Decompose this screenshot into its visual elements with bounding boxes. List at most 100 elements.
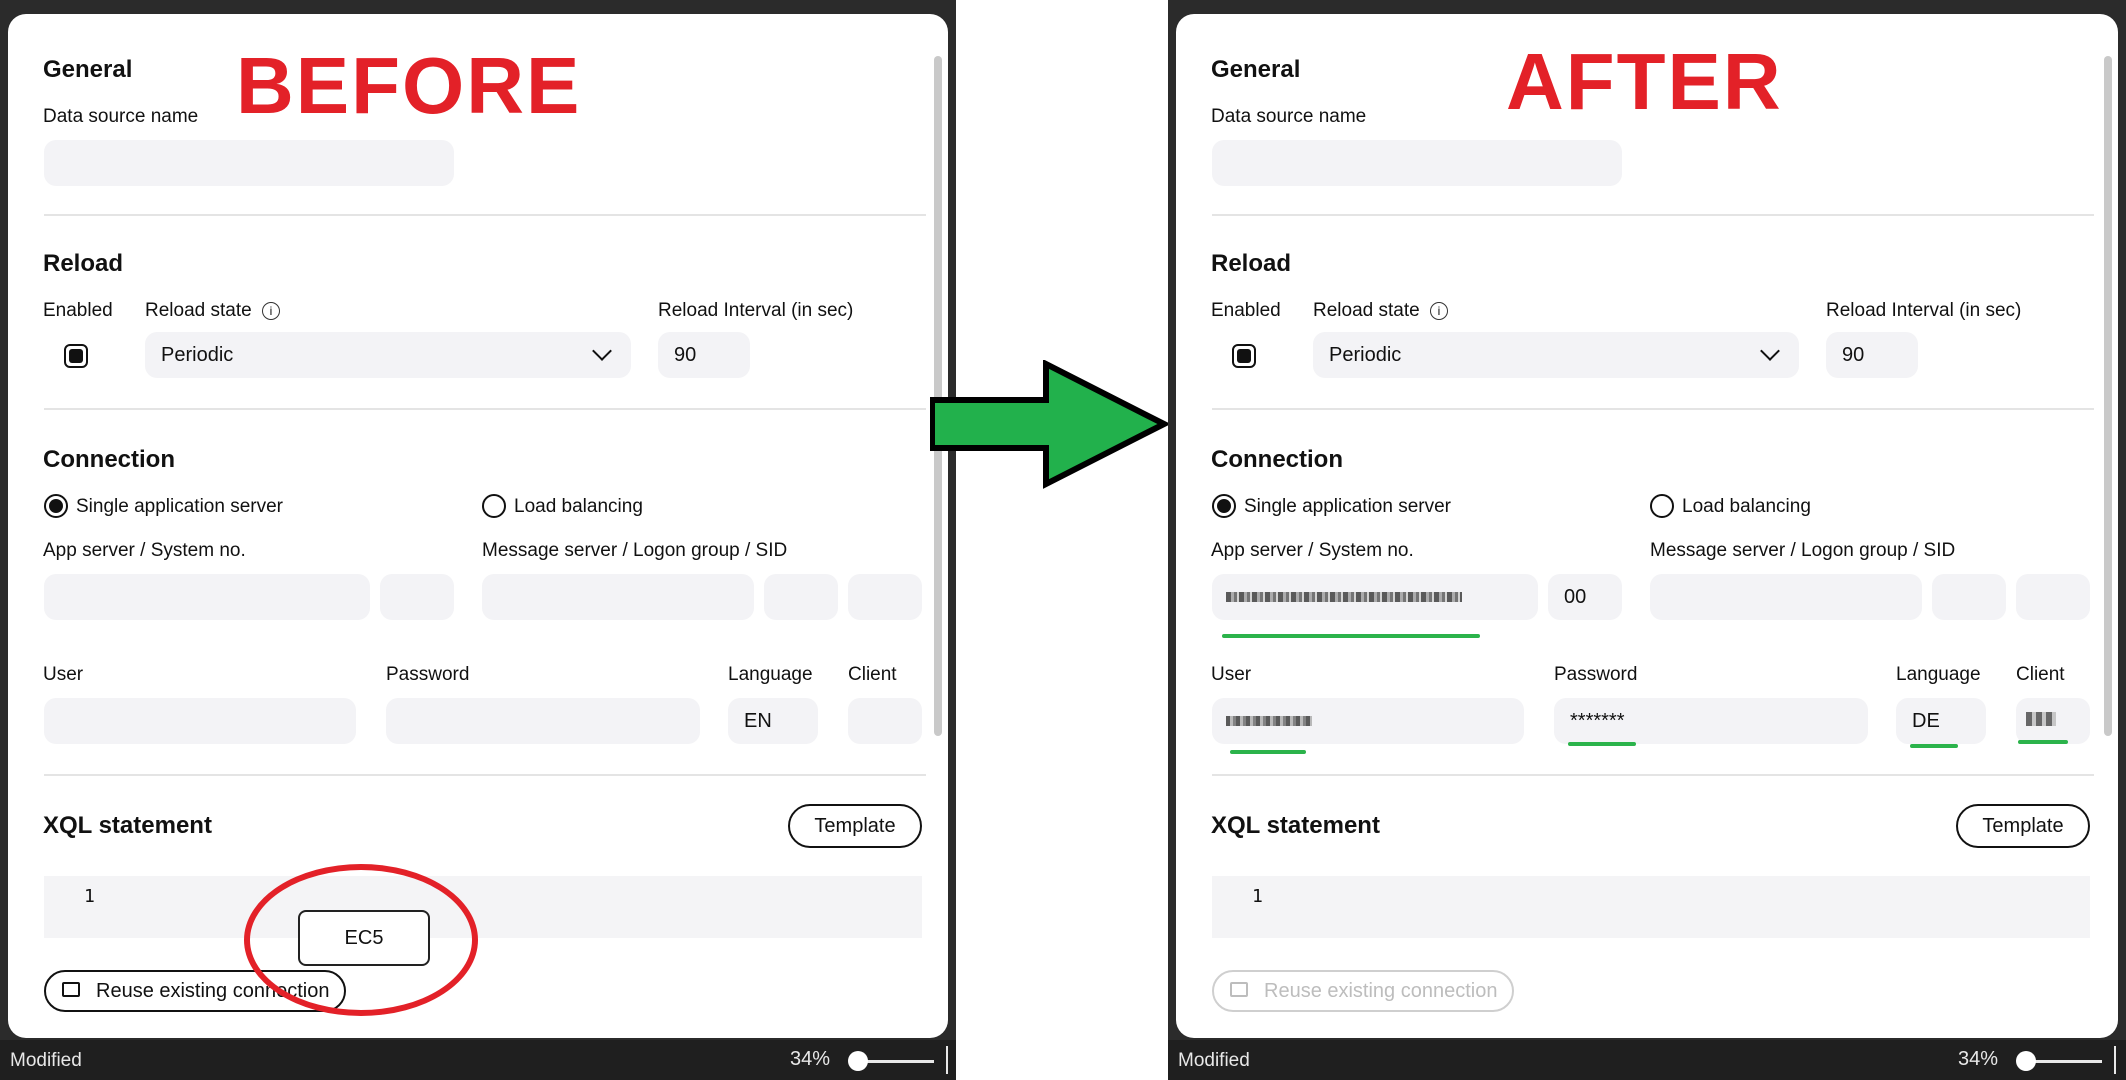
reload-state-label: Reload state	[145, 300, 252, 321]
info-icon[interactable]: i	[262, 302, 280, 320]
data-source-input[interactable]	[1212, 140, 1622, 186]
load-balancing-label: Load balancing	[1682, 496, 1811, 517]
password-label: Password	[386, 664, 470, 685]
language-label: Language	[728, 664, 813, 685]
line-number: 1	[1252, 886, 1263, 907]
reload-title: Reload	[43, 250, 124, 277]
reload-interval-value: 90	[674, 344, 697, 366]
status-bar: Modified 34%	[1168, 1040, 2126, 1080]
zoom-level: 34%	[790, 1048, 831, 1070]
system-no-input[interactable]: 00	[1548, 574, 1622, 620]
before-panel: General Data source name Reload Enabled …	[0, 0, 956, 1080]
language-input[interactable]: DE	[1896, 698, 1986, 744]
app-server-label: App server / System no.	[1211, 540, 1414, 561]
enabled-checkbox[interactable]	[64, 344, 88, 368]
sid-input[interactable]	[2016, 574, 2090, 620]
logon-group-input[interactable]	[1932, 574, 2006, 620]
unlock-icon	[1230, 982, 1248, 997]
load-balancing-radio[interactable]	[1650, 494, 1674, 518]
app-server-input[interactable]	[44, 574, 370, 620]
xql-title: XQL statement	[43, 812, 212, 839]
divider	[1212, 214, 2094, 216]
unlock-icon	[62, 982, 80, 997]
divider	[44, 408, 926, 410]
template-button[interactable]: Template	[1956, 804, 2090, 848]
password-input[interactable]: *******	[1554, 698, 1868, 744]
language-value: DE	[1912, 710, 1940, 732]
status-text: Modified	[1178, 1050, 1250, 1071]
scrollbar[interactable]	[2104, 56, 2112, 736]
connection-title: Connection	[1211, 446, 1343, 473]
message-server-label: Message server / Logon group / SID	[482, 540, 788, 561]
password-label: Password	[1554, 664, 1638, 685]
single-server-label: Single application server	[76, 496, 284, 517]
language-label: Language	[1896, 664, 1981, 685]
line-number: 1	[84, 886, 95, 907]
app-server-label: App server / System no.	[43, 540, 246, 561]
client-label: Client	[2016, 664, 2065, 685]
connection-title: Connection	[43, 446, 175, 473]
password-input[interactable]	[386, 698, 700, 744]
system-no-input[interactable]	[380, 574, 454, 620]
after-panel: General Data source name Reload Enabled …	[1168, 0, 2126, 1080]
xql-editor[interactable]: 1	[1212, 876, 2090, 938]
reload-interval-label: Reload Interval (in sec)	[1826, 300, 2022, 321]
app-server-input[interactable]	[1212, 574, 1538, 620]
divider	[44, 214, 926, 216]
message-server-input[interactable]	[482, 574, 754, 620]
reload-interval-input[interactable]: 90	[658, 332, 750, 378]
xql-title: XQL statement	[1211, 812, 1380, 839]
chevron-down-icon	[592, 341, 612, 361]
divider	[44, 774, 926, 776]
redacted-value	[2026, 712, 2056, 726]
reload-state-value: Periodic	[161, 344, 234, 366]
reload-state-value: Periodic	[1329, 344, 1402, 366]
single-server-label: Single application server	[1244, 496, 1452, 517]
user-input[interactable]	[44, 698, 356, 744]
single-server-radio[interactable]	[1212, 494, 1236, 518]
divider	[1212, 774, 2094, 776]
data-source-label: Data source name	[43, 106, 199, 127]
password-value: *******	[1570, 710, 1625, 732]
highlight-underline	[1568, 742, 1636, 746]
reload-interval-value: 90	[1842, 344, 1865, 366]
language-input[interactable]: EN	[728, 698, 818, 744]
highlight-underline	[1230, 750, 1306, 754]
status-text: Modified	[10, 1050, 82, 1071]
highlight-underline	[2018, 740, 2068, 744]
client-input[interactable]	[848, 698, 922, 744]
reload-title: Reload	[1211, 250, 1292, 277]
redacted-value	[1226, 716, 1312, 726]
zoom-slider-knob[interactable]	[848, 1051, 868, 1071]
data-source-input[interactable]	[44, 140, 454, 186]
form-card: General Data source name Reload Enabled …	[8, 14, 948, 1038]
divider	[1212, 408, 2094, 410]
reload-state-select[interactable]: Periodic	[145, 332, 631, 378]
info-icon[interactable]: i	[1430, 302, 1448, 320]
reuse-connection-button[interactable]: Reuse existing connection	[1212, 970, 1514, 1012]
chevron-down-icon	[1760, 341, 1780, 361]
load-balancing-radio[interactable]	[482, 494, 506, 518]
status-bar: Modified 34%	[0, 1040, 956, 1080]
data-source-label: Data source name	[1211, 106, 1367, 127]
message-server-input[interactable]	[1650, 574, 1922, 620]
client-input[interactable]	[2016, 698, 2090, 744]
template-button[interactable]: Template	[788, 804, 922, 848]
reload-interval-input[interactable]: 90	[1826, 332, 1918, 378]
zoom-slider-knob[interactable]	[2016, 1051, 2036, 1071]
zoom-level: 34%	[1958, 1048, 1999, 1070]
xql-editor[interactable]: 1	[44, 876, 922, 938]
sid-input[interactable]	[848, 574, 922, 620]
zoom-tick	[2114, 1046, 2116, 1074]
reload-state-select[interactable]: Periodic	[1313, 332, 1799, 378]
user-input[interactable]	[1212, 698, 1524, 744]
single-server-radio[interactable]	[44, 494, 68, 518]
client-label: Client	[848, 664, 897, 685]
enabled-label: Enabled	[1211, 300, 1281, 321]
highlight-underline	[1910, 744, 1958, 748]
message-server-label: Message server / Logon group / SID	[1650, 540, 1956, 561]
arrow-icon	[930, 360, 1170, 489]
enabled-checkbox[interactable]	[1232, 344, 1256, 368]
zoom-tick	[946, 1046, 948, 1074]
logon-group-input[interactable]	[764, 574, 838, 620]
